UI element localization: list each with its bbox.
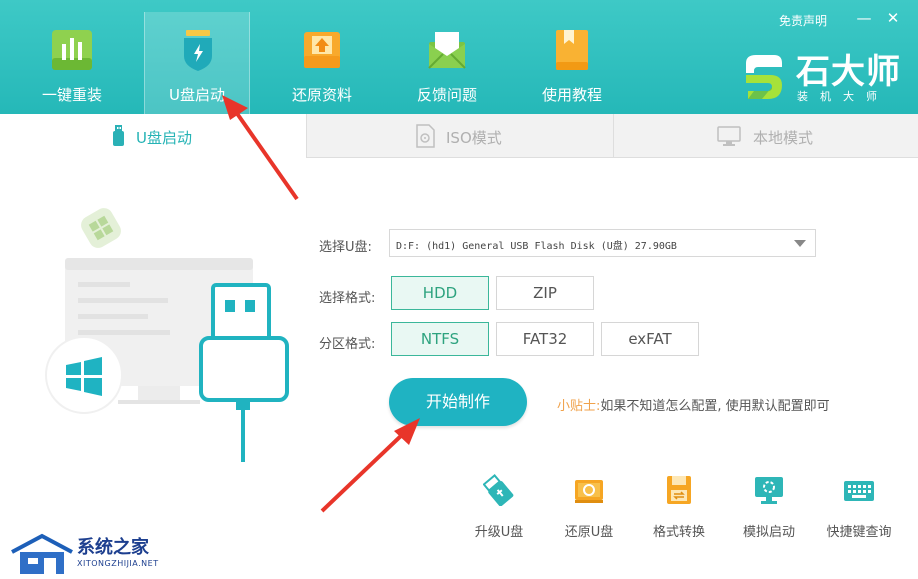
tool-hotkey-lookup[interactable]: 快捷键查询	[819, 474, 899, 544]
partition-option-fat32[interactable]: FAT32	[496, 322, 594, 356]
chevron-down-icon	[794, 240, 806, 247]
usb-upgrade-icon	[483, 474, 514, 506]
usb-drive-icon	[113, 125, 124, 146]
start-create-button[interactable]: 开始制作	[389, 378, 527, 426]
tool-label: 快捷键查询	[826, 525, 892, 540]
tab-usb-boot[interactable]: U盘启动	[0, 114, 306, 158]
nav-item-tutorial[interactable]: 使用教程	[519, 12, 625, 114]
tool-label: 格式转换	[652, 525, 705, 540]
tool-simulate-boot[interactable]: 模拟启动	[729, 474, 809, 544]
windows-badge-small-icon	[81, 208, 121, 248]
watermark-text: 系统之家	[77, 537, 149, 558]
tab-label: ISO模式	[446, 129, 502, 147]
tool-label: 还原U盘	[564, 525, 614, 540]
usb-plug-icon	[199, 283, 289, 462]
usb-select-label: 选择U盘:	[319, 240, 372, 255]
nav-item-restore-data[interactable]: 还原资料	[269, 12, 375, 114]
watermark-subtext: XITONGZHIJIA.NET	[77, 559, 159, 568]
minimize-button[interactable]: —	[855, 9, 873, 27]
tool-label: 升级U盘	[474, 525, 524, 540]
usb-restore-icon	[575, 480, 603, 503]
format-option-hdd[interactable]: HDD	[391, 276, 489, 310]
tool-restore-usb[interactable]: 还原U盘	[549, 474, 629, 544]
partition-select-label: 分区格式:	[319, 337, 376, 352]
keyboard-icon	[844, 481, 874, 501]
usb-drive-select[interactable]: D:F: (hd1) General USB Flash Disk (U盘) 2…	[389, 229, 816, 257]
usb-drive-select-value: D:F: (hd1) General USB Flash Disk (U盘) 2…	[396, 241, 677, 252]
brand-name: 石大师	[796, 52, 901, 92]
iso-file-icon	[416, 124, 435, 148]
red-arrow-icon	[320, 418, 420, 513]
monitor-icon	[717, 126, 741, 146]
mode-tab-bar: U盘启动 ISO模式 本地模式	[0, 114, 918, 158]
tip-body: 如果不知道怎么配置, 使用默认配置即可	[600, 399, 830, 414]
tip-title: 小贴士:	[557, 399, 601, 414]
book-icon	[556, 30, 588, 70]
brand-subtitle: 装机大师	[797, 90, 889, 103]
nav-label: 还原资料	[291, 86, 352, 104]
top-bar: 一键重装 U盘启动 还原资料 反馈问题 使用教程 免责声明 — ✕ 石大师 装机…	[0, 0, 918, 114]
restore-upload-icon	[304, 32, 340, 68]
tab-iso-mode[interactable]: ISO模式	[306, 114, 613, 158]
tool-label: 模拟启动	[742, 525, 795, 540]
partition-option-exfat[interactable]: exFAT	[601, 322, 699, 356]
tab-label: U盘启动	[136, 129, 192, 147]
format-option-zip[interactable]: ZIP	[496, 276, 594, 310]
nav-label: 使用教程	[541, 86, 602, 104]
tip-text: 小贴士:如果不知道怎么配置, 使用默认配置即可	[557, 395, 830, 414]
tool-upgrade-usb[interactable]: 升级U盘	[459, 474, 539, 544]
usb-windows-illustration	[45, 208, 289, 462]
format-select-label: 选择格式:	[319, 291, 376, 306]
nav-item-usb-boot[interactable]: U盘启动	[144, 12, 250, 114]
simulate-boot-icon	[755, 477, 783, 504]
tab-label: 本地模式	[753, 129, 814, 147]
usb-shield-icon	[184, 30, 212, 71]
nav-item-one-click-reinstall[interactable]: 一键重装	[19, 12, 125, 114]
disclaimer-link[interactable]: 免责声明	[779, 12, 827, 29]
format-convert-icon	[667, 476, 691, 504]
partition-option-ntfs[interactable]: NTFS	[391, 322, 489, 356]
nav-label: 一键重装	[41, 86, 102, 104]
nav-item-feedback[interactable]: 反馈问题	[394, 12, 500, 114]
close-button[interactable]: ✕	[884, 9, 902, 27]
mail-icon	[428, 32, 466, 69]
brand-logo-icon	[746, 55, 782, 99]
nav-label: U盘启动	[169, 86, 225, 104]
tab-local-mode[interactable]: 本地模式	[613, 114, 918, 158]
tool-format-convert[interactable]: 格式转换	[639, 474, 719, 544]
bar-chart-icon	[52, 30, 92, 70]
nav-label: 反馈问题	[416, 86, 477, 104]
